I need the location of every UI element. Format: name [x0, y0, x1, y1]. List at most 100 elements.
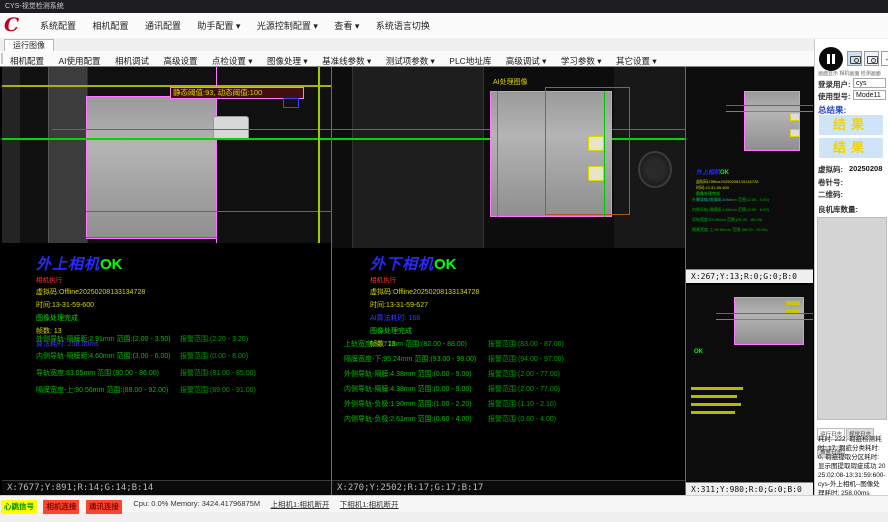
middle-time: 时间:13-31-59-627 [370, 300, 479, 310]
overlay-green-line [716, 313, 813, 314]
menu-camera-config[interactable]: 相机配置 [86, 13, 134, 37]
middle-camera-panel: AI处理图像 外下相机OK 相机执行 虚拟码:Offline2025020813… [332, 67, 685, 495]
result-box-2: 结果 [819, 138, 883, 158]
comm-link-status-badge: 通讯连接 [86, 500, 122, 514]
measure-row: 隔膜宽度-下:95.24mm 范围:(93.00 - 98.00) [344, 354, 476, 364]
measure-row: 内侧导轨-隔膜距:4.60mm 范围:(3.00 - 6.00) [36, 351, 171, 361]
menu-comm-config[interactable]: 通讯配置 [139, 13, 187, 37]
machine-structure [48, 67, 88, 243]
status-bar: 心跳信号 相机连接 通讯连接 Cpu: 0.0% Memory: 3424.41… [0, 495, 888, 512]
overlay-green-line [604, 91, 605, 217]
measure-row: 导轨宽度:83.05mm 范围:(80.00 - 86.00) [36, 368, 159, 378]
pause-icon [827, 54, 830, 64]
small-view1-image[interactable]: 外上相机OK 虚拟码:Offline20250208133134728 时间:1… [686, 67, 813, 269]
menu-assist-config[interactable]: 助手配置 ▾ [191, 13, 246, 37]
login-user-label: 登录用户: [818, 79, 851, 90]
small-camera-view-2: OK X:311;Y:980;R:0;G:0;B:0 [686, 285, 813, 496]
middle-exec-label: 相机执行 [370, 274, 479, 284]
mini-text-bar [691, 387, 743, 390]
menu-language-switch[interactable]: 系统语言切换 [370, 13, 436, 37]
qrcode-label: 二维码: [818, 189, 843, 200]
alarm-row: 报警范围:(2.20 - 3.20) [180, 334, 330, 344]
mini-camera-status: OK [720, 170, 729, 176]
bolt-feature [638, 151, 672, 188]
mini-measure-row: 隔膜宽度-上:90.56mm 范围:(88.00 - 92.00) [692, 227, 768, 233]
alarm-row: 报警范围:(0.00 - 8.00) [180, 351, 330, 361]
toolbar: 相机配置 AI使用配置 相机调试 高级设置 点检设置 ▾ 图像处理 ▾ 基准线参… [0, 51, 888, 67]
measure-row: 内侧导轨-隔膜:4.38mm 范围:(0.00 - 9.00) [344, 384, 472, 394]
overlay-green-line [726, 111, 813, 112]
title-bar: CYS-视觉检测系统 [0, 0, 888, 13]
left-time: 时间:13-31-59-600 [36, 300, 145, 310]
upper-camera-status[interactable]: 上相机1:相机断开 [271, 496, 330, 510]
menu-view[interactable]: 查看 ▾ [328, 13, 365, 37]
mini-camera-title: 外上相机 [696, 170, 720, 176]
middle-camera-title: 外下相机 [370, 256, 434, 273]
ai-image-label: AI处理图像 [493, 77, 528, 87]
overlay-green-line [2, 138, 331, 140]
main-area: 静态阈值:93, 动态阈值:100 外上相机OK 相机执行 虚拟码:Offlin… [0, 66, 888, 496]
detected-feature-spot [588, 136, 604, 151]
left-process-done: 图像处理完成 [36, 313, 145, 323]
menu-system-config[interactable]: 系统配置 [34, 13, 82, 37]
detected-feature-spot [790, 113, 800, 121]
camera-view-b-button[interactable] [864, 51, 879, 66]
alarm-row: 报警范围:(81.00 - 85.00) [180, 368, 330, 378]
overlay-yellow-mark [786, 301, 800, 305]
virtual-code-label: 虚拟码: [818, 164, 843, 175]
middle-camera-status: OK [434, 256, 457, 273]
view-options-row[interactable]: 画面显示 相机画面 检测画面 [818, 70, 881, 77]
overlay-yellow-mark [786, 309, 800, 313]
app-logo-icon: C [4, 14, 30, 36]
measure-row: 上轨宽度:83.77mm 范围:(82.00 - 88.00) [344, 339, 467, 349]
menu-items: 系统配置 相机配置 通讯配置 助手配置 ▾ 光源控制配置 ▾ 查看 ▾ 系统语言… [34, 13, 436, 38]
alarm-row: 报警范围:(1.10 - 2.10) [488, 399, 683, 409]
left-camera-status: OK [100, 256, 123, 273]
measure-row: 外侧导轨-隔膜:4.38mm 范围:(0.00 - 9.00) [344, 369, 472, 379]
model-value[interactable]: Mode11 [853, 90, 886, 100]
camera-icon [850, 56, 861, 64]
overlay-yellowgreen-line [318, 67, 320, 243]
menu-light-config[interactable]: 光源控制配置 ▾ [251, 13, 324, 37]
workpiece-block [744, 91, 800, 151]
mini-text-bar [691, 411, 735, 414]
small-view2-image[interactable]: OK [686, 285, 813, 482]
middle-camera-image[interactable]: AI处理图像 [332, 67, 685, 248]
app-window: CYS-视觉检测系统 C 系统配置 相机配置 通讯配置 助手配置 ▾ 光源控制配… [0, 0, 888, 522]
login-user-value[interactable]: cys [853, 78, 886, 88]
alarm-row: 报警范围:(83.00 - 87.00) [488, 339, 683, 349]
measure-row: 内侧导轨-负极:2.61mm 范围:(0.60 - 4.00) [344, 414, 472, 424]
pause-icon [832, 54, 835, 64]
stock-count-label: 良机库数量: [818, 204, 858, 215]
mini-text-bar [691, 403, 741, 406]
needle-number-label: 卷针号: [818, 177, 843, 188]
alarm-row: 报警范围:(0.60 - 4.00) [488, 414, 683, 424]
left-barcode: 虚拟码:Offline20250208133134728 [36, 287, 145, 297]
left-exec-label: 相机执行 [36, 274, 145, 284]
pause-button[interactable] [819, 47, 843, 71]
detected-feature-spot [790, 129, 800, 137]
heartbeat-status-badge: 心跳信号 [1, 500, 37, 514]
lower-camera-status[interactable]: 下相机1:相机断开 [340, 496, 399, 510]
mini-text-bar [691, 395, 737, 398]
workpiece-connector [213, 116, 249, 140]
toolbar-handle[interactable] [1, 53, 3, 64]
small-view2-coordinate-bar: X:311;Y:980;R:0;G:0;B:0 [686, 482, 813, 496]
middle-result-text: 外下相机OK 相机执行 虚拟码:Offline20250208133134728… [370, 253, 479, 349]
mini-measure-row: 内侧导轨-隔膜距:4.60mm 范围:(3.00 - 6.00) [692, 207, 769, 213]
middle-process-done: 图像处理完成 [370, 326, 479, 336]
small-camera-view-1: 外上相机OK 虚拟码:Offline20250208133134728 时间:1… [686, 67, 813, 283]
middle-barcode: 虚拟码:Offline20250208133134728 [370, 287, 479, 297]
switch-view-button[interactable]: ← [881, 51, 888, 66]
arrow-left-icon: ← [884, 53, 888, 63]
middle-coordinate-bar: X:270;Y:2502;R:17;G:17;B:17 [332, 480, 685, 495]
mini-status: OK [694, 349, 703, 355]
window-title: CYS-视觉检测系统 [5, 3, 64, 10]
overlay-green-line [497, 91, 498, 217]
left-camera-image[interactable]: 静态阈值:93, 动态阈值:100 [2, 67, 331, 243]
tab-strip: 运行图像 [0, 38, 888, 52]
virtual-code-value: 20250208 [849, 164, 882, 173]
overlay-blue-box [283, 98, 299, 108]
overlay-green-line [86, 211, 331, 212]
camera-view-a-button[interactable] [847, 51, 862, 66]
